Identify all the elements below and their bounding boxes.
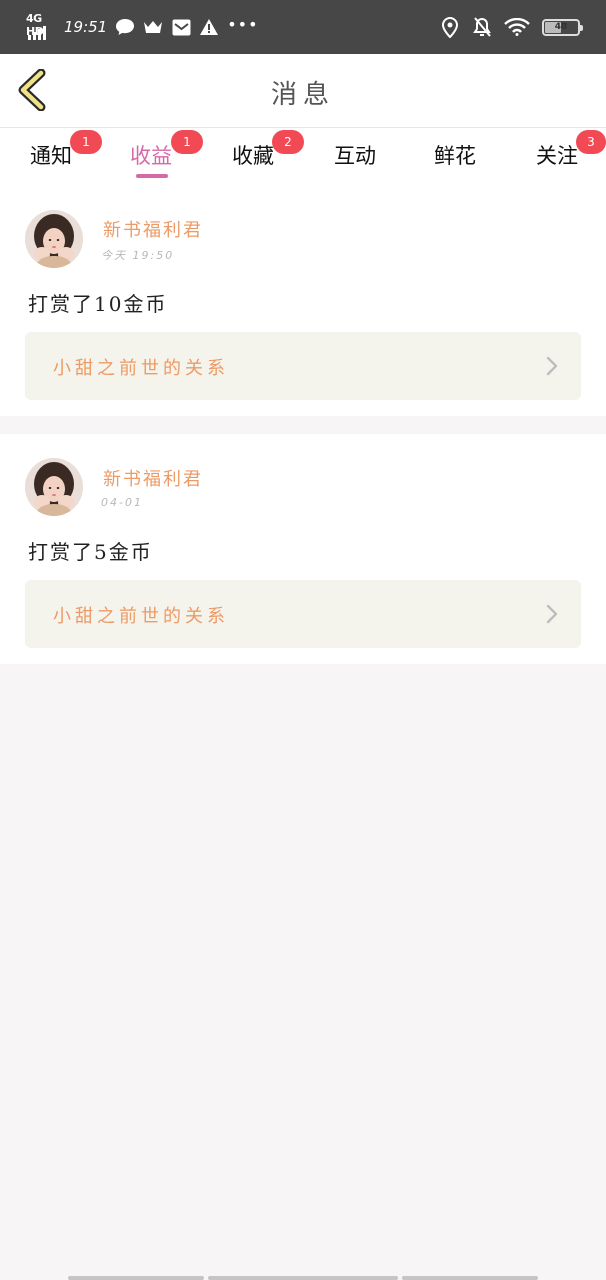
tab-badge: 1 [171,130,203,154]
avatar[interactable] [25,210,83,268]
nav-gesture-bar [208,1276,398,1280]
tab-label: 互动 [334,144,376,168]
page-title: 消息 [270,80,335,110]
nav-gesture-bar [402,1276,538,1280]
more-notifications-icon: ••• [227,14,259,34]
active-tab-indicator [136,174,168,178]
nav-gesture-bar [68,1276,204,1280]
message-text: 打赏了10金币 [28,292,168,316]
book-link[interactable]: 小甜之前世的关系 [25,332,581,400]
message-text: 打赏了5金币 [28,540,153,564]
message-time: 今天 19:50 [101,249,175,262]
warning-icon [199,17,219,37]
sender-name[interactable]: 新书福利君 [103,465,203,491]
crown-icon [143,17,163,37]
mail-icon [171,17,191,37]
bell-muted-icon [472,16,492,37]
status-time: 19:51 [64,18,108,36]
message-card: 新书福利君 今天 19:50 打赏了10金币 小甜之前世的关系 [0,188,606,416]
tab-badge: 1 [70,130,102,154]
tab-label: 收益 [130,144,172,168]
sender-name[interactable]: 新书福利君 [103,216,203,242]
message-time: 04-01 [101,496,143,509]
tab-bar: 通知 1 收益 1 收藏 2 互动 鲜花 关注 3 [0,128,606,188]
tab-favorites[interactable]: 收藏 2 [218,130,304,182]
tab-label: 收藏 [232,144,274,168]
signal-icon: 4G HD [26,12,54,40]
chevron-right-icon [546,356,558,376]
wifi-icon [504,17,530,37]
book-title: 小甜之前世的关系 [53,358,229,379]
tab-label: 鲜花 [434,144,476,168]
status-bar: 4G HD 19:51 ••• 48 [0,0,606,54]
tab-earnings[interactable]: 收益 1 [116,130,203,182]
book-title: 小甜之前世的关系 [53,606,229,627]
app-header: 消息 [0,54,606,128]
tab-notifications[interactable]: 通知 1 [16,130,102,182]
tab-interactions[interactable]: 互动 [320,138,390,182]
avatar[interactable] [25,458,83,516]
message-card: 新书福利君 04-01 打赏了5金币 小甜之前世的关系 [0,434,606,664]
chat-bubble-icon [115,17,135,37]
tab-badge: 3 [576,130,606,154]
tab-label: 关注 [536,144,578,168]
tab-label: 通知 [30,144,72,168]
battery-icon: 48 [542,18,583,36]
book-link[interactable]: 小甜之前世的关系 [25,580,581,648]
tab-following[interactable]: 关注 3 [522,130,606,182]
tab-flowers[interactable]: 鲜花 [420,138,490,182]
chevron-right-icon [546,604,558,624]
tab-badge: 2 [272,130,304,154]
location-icon [440,16,460,38]
battery-percent: 48 [554,22,568,32]
